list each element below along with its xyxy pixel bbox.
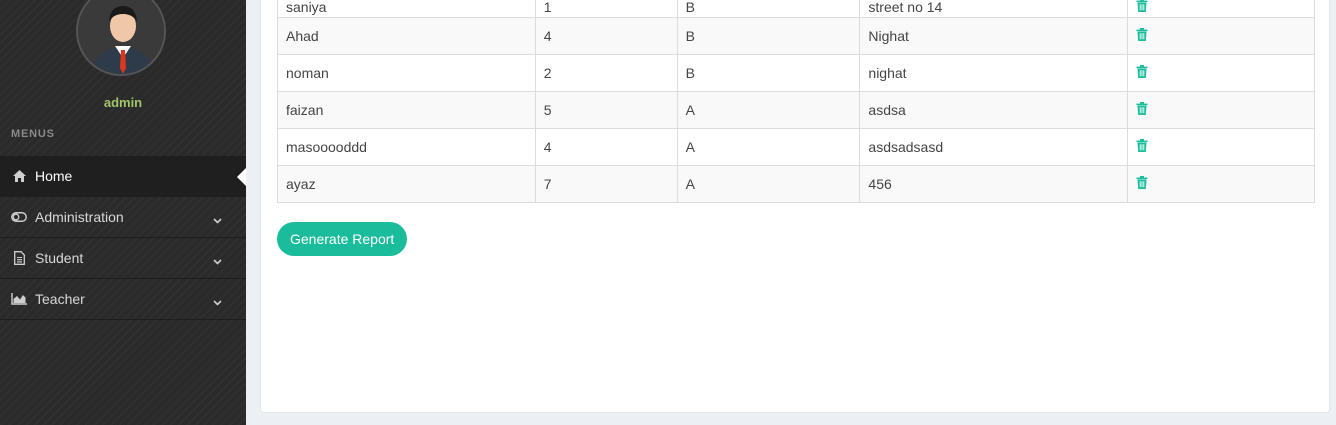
cell-value: B [676, 54, 861, 92]
table-row: saniya 1 B street no 14 [277, 0, 1315, 18]
cell-name: masooooddd [277, 128, 536, 166]
chevron-down-icon [213, 211, 222, 227]
cell-value: A [676, 128, 861, 166]
area-chart-icon [11, 292, 27, 306]
cell-value: 4 [534, 17, 678, 55]
sidebar-item-label: Teacher [35, 291, 85, 307]
trash-icon[interactable] [1136, 176, 1148, 189]
cell-name: ayaz [277, 165, 536, 203]
sidebar: admin MENUS Home Administration Student … [0, 0, 246, 425]
sidebar-item-label: Administration [35, 209, 124, 225]
trash-icon[interactable] [1136, 139, 1148, 152]
generate-report-button[interactable]: Generate Report [277, 222, 408, 256]
cell-value: 5 [534, 91, 678, 129]
cell-value: nighat [859, 54, 1129, 92]
table-row: masooooddd 4 A asdsadsasd [277, 128, 1315, 166]
cell-name: saniya [277, 0, 536, 18]
cell-value: 456 [859, 165, 1129, 203]
cell-value: 1 [534, 0, 678, 18]
sidebar-item-administration[interactable]: Administration [0, 197, 246, 238]
avatar [76, 0, 166, 76]
cell-name: noman [277, 54, 536, 92]
sidebar-item-label: Home [35, 168, 73, 184]
cell-value: A [676, 165, 861, 203]
trash-icon[interactable] [1136, 102, 1148, 115]
sidebar-item-student[interactable]: Student [0, 238, 246, 279]
user-name: admin [103, 95, 143, 110]
table-row: faizan 5 A asdsa [277, 91, 1315, 129]
trash-icon[interactable] [1136, 0, 1148, 12]
trash-icon[interactable] [1136, 28, 1148, 41]
trash-icon[interactable] [1136, 65, 1148, 78]
file-text-icon [11, 251, 27, 265]
sidebar-item-home[interactable]: Home [0, 156, 246, 197]
cell-value: B [676, 17, 861, 55]
cell-value: Nighat [859, 17, 1129, 55]
cell-actions [1127, 91, 1315, 129]
sidebar-item-teacher[interactable]: Teacher [0, 279, 246, 320]
cell-name: Ahad [277, 17, 536, 55]
cell-actions [1127, 165, 1315, 203]
home-icon [11, 169, 27, 183]
table-row: ayaz 7 A 456 [277, 165, 1315, 203]
cell-actions [1127, 0, 1315, 18]
cell-value: 2 [534, 54, 678, 92]
cell-name: faizan [277, 91, 536, 129]
cell-value: B [676, 0, 861, 18]
menus-heading: MENUS [11, 128, 55, 140]
chevron-down-icon [213, 252, 222, 268]
table-row: noman 2 B nighat [277, 54, 1315, 92]
sidebar-item-label: Student [35, 250, 84, 266]
chevron-down-icon [213, 293, 222, 309]
cell-value: street no 14 [859, 0, 1129, 18]
cell-value: 7 [534, 165, 678, 203]
cell-value: 4 [534, 128, 678, 166]
content-panel: saniya 1 B street no 14 Ahad 4 B Nighat … [260, 0, 1330, 413]
table-row: Ahad 4 B Nighat [277, 17, 1315, 55]
cell-value: A [676, 91, 861, 129]
cell-actions [1127, 17, 1315, 55]
cell-value: asdsadsasd [859, 128, 1129, 166]
cell-value: asdsa [859, 91, 1129, 129]
cell-actions [1127, 128, 1315, 166]
records-table: saniya 1 B street no 14 Ahad 4 B Nighat … [277, 0, 1315, 203]
toggle-icon [11, 210, 27, 224]
active-indicator [237, 168, 246, 186]
cell-actions [1127, 54, 1315, 92]
